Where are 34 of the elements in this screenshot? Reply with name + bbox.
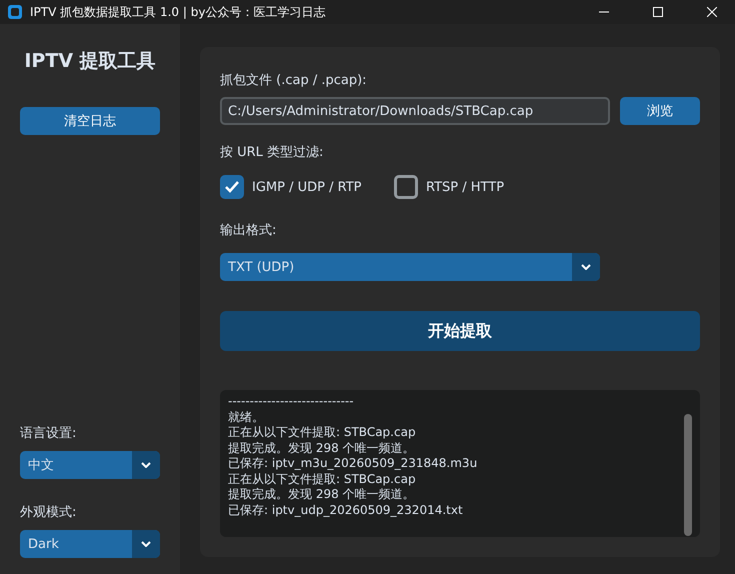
scrollbar[interactable]: [684, 414, 692, 536]
start-extract-button[interactable]: 开始提取: [220, 311, 700, 351]
checkbox[interactable]: [220, 175, 244, 199]
language-dropdown[interactable]: 中文: [20, 451, 160, 479]
checkbox-label: IGMP / UDP / RTP: [252, 180, 362, 194]
log-line: 已保存: iptv_udp_20260509_232014.txt: [228, 502, 464, 518]
log-line: 提取完成。发现 298 个唯一频道。: [228, 440, 416, 456]
log-line: -----------------------------: [228, 394, 355, 410]
file-path-field[interactable]: C:/Users/Administrator/Downloads/STBCap.cap: [220, 97, 610, 125]
app-icon: [8, 5, 22, 19]
close-icon: [707, 7, 717, 17]
checkbox-label: RTSP / HTTP: [426, 180, 504, 194]
appearance-label: 外观模式:: [20, 504, 78, 521]
app-heading: IPTV 提取工具: [23, 49, 157, 74]
chevron-down-icon: [141, 541, 151, 547]
log-line: 正在从以下文件提取: STBCap.cap: [228, 472, 417, 487]
output-format-label: 输出格式:: [220, 222, 278, 239]
log-line: 提取完成。发现 298 个唯一频道。: [228, 487, 416, 502]
output-format-dropdown[interactable]: TXT (UDP): [220, 253, 600, 281]
maximize-icon: [653, 7, 663, 17]
window-title: IPTV 抓包数据提取工具 1.0 | by公众号：医工学习日志: [30, 4, 326, 20]
browse-button[interactable]: 浏览: [620, 97, 700, 125]
filter-label: 按 URL 类型过滤:: [220, 144, 324, 161]
log-line: 就绪。: [228, 410, 265, 425]
clear-log-button[interactable]: 清空日志: [20, 107, 160, 135]
appearance-dropdown[interactable]: Dark: [20, 530, 160, 558]
checkmark-icon: [225, 181, 239, 193]
log-line: 已保存: iptv_m3u_20260509_231848.m3u: [228, 456, 478, 472]
chevron-down-icon: [141, 462, 151, 468]
language-label: 语言设置:: [20, 425, 78, 442]
log-line: 正在从以下文件提取: STBCap.cap: [228, 425, 417, 440]
checkbox[interactable]: [394, 175, 418, 199]
chevron-down-icon: [581, 264, 591, 270]
file-label: 抓包文件 (.cap / .pcap):: [220, 72, 368, 89]
